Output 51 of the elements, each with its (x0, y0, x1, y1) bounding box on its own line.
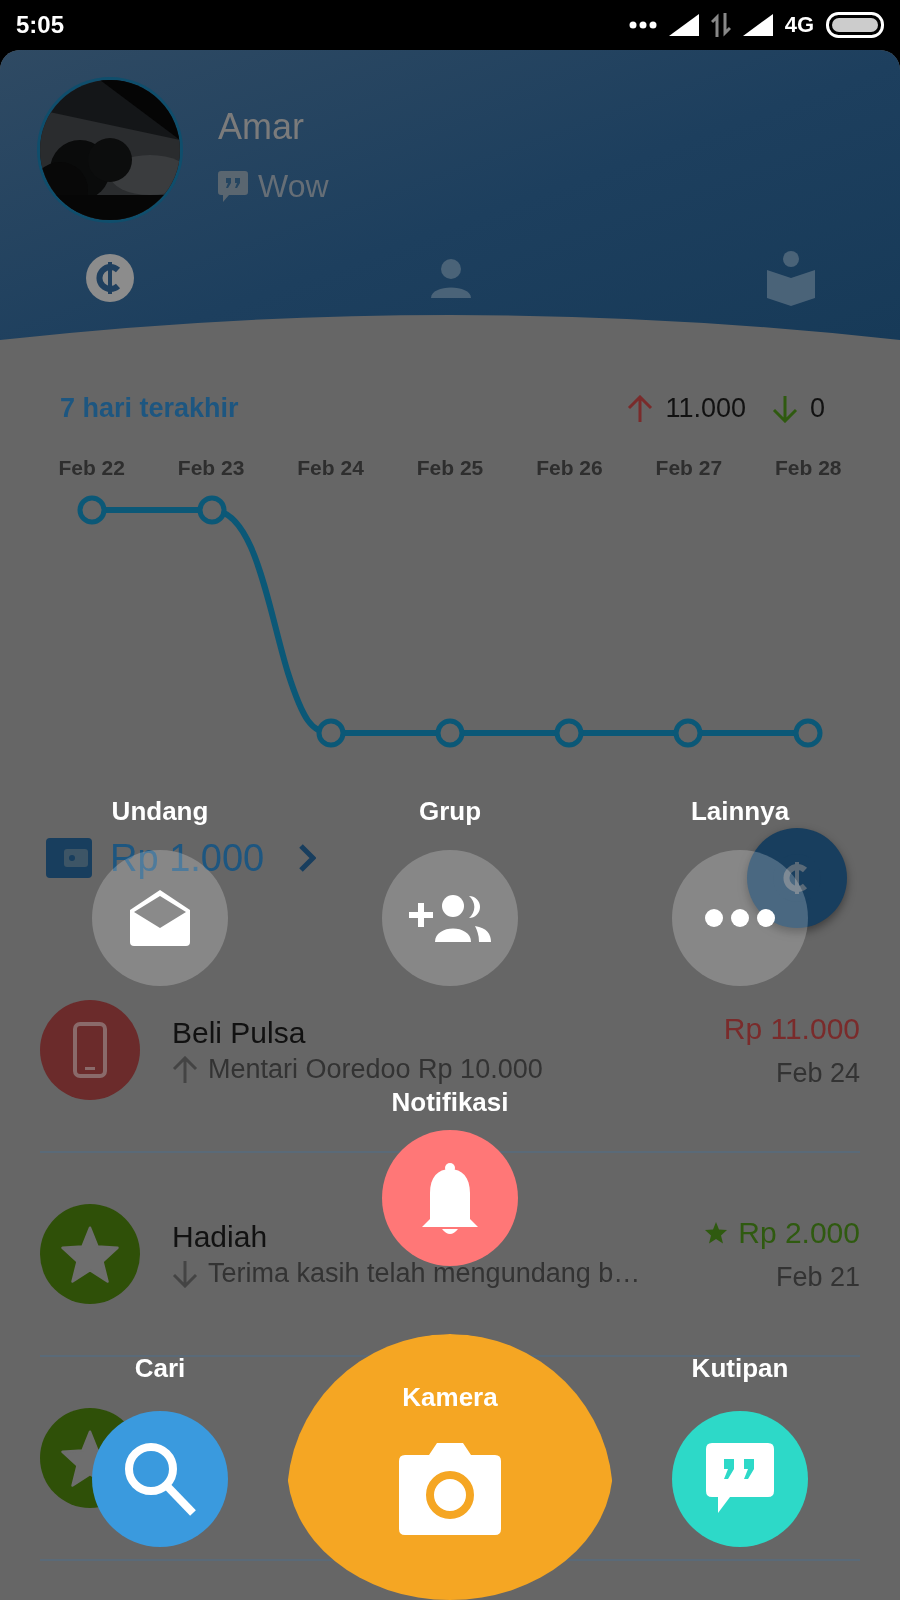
menu-label: Kutipan (691, 1353, 789, 1383)
menu-label: Notifikasi (391, 1087, 509, 1117)
signal-icon (742, 14, 773, 36)
chart-point (554, 718, 584, 748)
quote-icon (218, 170, 248, 203)
transaction-title: Hadiah (172, 1219, 269, 1253)
wallet-icon (46, 838, 92, 878)
balance-amount[interactable]: Rp 1.000 (110, 836, 265, 880)
chart-date: Feb 26 (536, 456, 603, 480)
star-icon (60, 1225, 120, 1283)
chart-date: Feb 22 (58, 456, 125, 480)
coin-icon[interactable] (85, 253, 135, 303)
status-time: 5:05 (16, 11, 65, 39)
more-icon (704, 908, 776, 928)
envelope-icon (128, 888, 192, 948)
outgoing-total: 11.000 (665, 393, 746, 424)
battery-icon (826, 12, 884, 38)
search-icon (123, 1441, 197, 1517)
chart-point (316, 718, 346, 748)
menu-label: Grup (418, 796, 482, 826)
transaction-title: Beli Pulsa (172, 1015, 307, 1049)
menu-label: Lainnya (690, 796, 790, 826)
chart-date: Feb 27 (655, 456, 723, 480)
chart-date: Feb 23 (177, 456, 245, 480)
profile-status: Wow (258, 168, 329, 205)
phone-icon (73, 1022, 107, 1078)
signal-icon (668, 14, 699, 36)
data-arrows-icon (710, 13, 731, 37)
camera-icon (399, 1443, 501, 1535)
quote-icon (706, 1443, 774, 1515)
menu-label: Cari (134, 1353, 186, 1383)
transaction-amount: Rp 2.000 (738, 1215, 860, 1250)
menu-label: Undang (111, 796, 209, 826)
incoming-total: 0 (809, 393, 825, 424)
add-group-icon (409, 894, 491, 942)
chart-point (197, 495, 227, 525)
chart-point (77, 495, 107, 525)
chart-date: Feb 24 (297, 456, 364, 480)
chart-point (435, 718, 465, 748)
chart-date: Feb 25 (416, 456, 484, 480)
network-type: 4G (784, 12, 814, 38)
chart-point (673, 718, 703, 748)
period-label[interactable]: 7 hari terakhir (60, 393, 239, 424)
chart-point (793, 718, 823, 748)
transaction-amount: Rp 11.000 (723, 1011, 860, 1046)
up-arrow-icon (627, 394, 654, 423)
profile-name: Amar (218, 106, 305, 148)
star-icon (704, 1221, 729, 1244)
down-arrow-icon (771, 394, 798, 423)
chart-date: Feb 28 (775, 456, 842, 480)
more-dots-icon (628, 21, 657, 29)
